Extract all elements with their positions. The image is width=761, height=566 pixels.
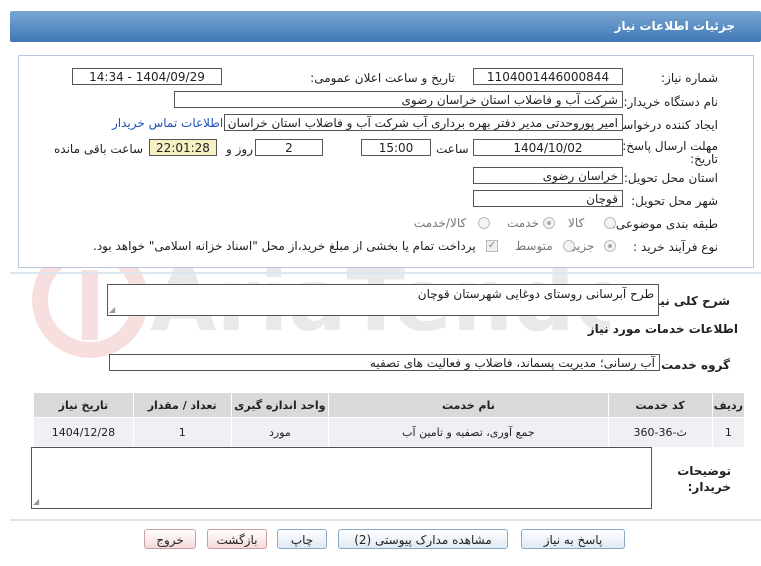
exit-button[interactable]: خروج <box>144 529 196 549</box>
notes-label-1: توضیحات <box>677 464 731 478</box>
process-radio-medium[interactable] <box>563 240 575 252</box>
category-option-service: خدمت <box>507 216 539 230</box>
buyer-org-label: نام دستگاه خریدار: <box>623 95 719 109</box>
category-radio-service[interactable] <box>543 217 555 229</box>
process-option-medium: متوسط <box>515 239 553 253</box>
notes-label-2: خریدار: <box>687 480 731 494</box>
days-field[interactable]: 2 <box>255 139 323 156</box>
reply-button[interactable]: پاسخ به نیاز <box>521 529 625 549</box>
category-option-goods-service: کالا/خدمت <box>414 216 467 230</box>
footer-divider <box>10 519 761 521</box>
process-radio-minor[interactable] <box>604 240 616 252</box>
col-header-date: تاریخ نیاز <box>33 392 134 418</box>
creator-field[interactable]: امیر پوروحدتی مدیر دفتر بهره برداری آب ش… <box>224 114 623 131</box>
col-header-unit: واحد اندازه گیری <box>230 392 330 418</box>
payment-checkbox[interactable]: ✓ <box>486 240 498 252</box>
province-label: استان محل تحویل: <box>623 171 718 185</box>
services-table: ردیف کد خدمت نام خدمت واحد اندازه گیری ت… <box>33 392 746 448</box>
back-button[interactable]: بازگشت <box>207 529 267 549</box>
city-label: شهر محل تحویل: <box>631 194 718 208</box>
col-header-row: ردیف <box>711 392 746 418</box>
attachments-button[interactable]: مشاهده مدارک پیوستی (2) <box>338 529 508 549</box>
col-header-code: کد خدمت <box>607 392 713 418</box>
category-radio-goods[interactable] <box>604 217 616 229</box>
category-option-goods: کالا <box>568 216 585 230</box>
contact-link[interactable]: اطلاعات تماس خریدار <box>112 116 223 130</box>
need-number-field[interactable]: 1104001446000844 <box>473 68 623 85</box>
resize-grip-icon[interactable]: ◢ <box>109 305 115 314</box>
city-field[interactable]: قوچان <box>473 190 623 207</box>
service-group-field[interactable]: آب رسانی؛ مدیریت پسماند، فاضلاب و فعالیت… <box>109 354 660 371</box>
hour-label: ساعت <box>436 142 469 156</box>
summary-field[interactable]: طرح آبرسانی روستای دوغایی شهرستان قوچان <box>107 284 659 316</box>
deadline-label-2: تاریخ: <box>690 152 718 166</box>
remaining-time-field: 22:01:28 <box>149 139 217 156</box>
section-divider <box>10 272 761 274</box>
col-header-qty: تعداد / مقدار <box>132 392 232 418</box>
days-label: روز و <box>226 142 253 156</box>
cell-row: 1 <box>711 417 746 448</box>
notes-resize-grip-icon[interactable]: ◢ <box>33 497 39 506</box>
category-label: طبقه بندی موضوعی: <box>611 217 718 231</box>
need-info-panel <box>18 55 754 268</box>
deadline-label-1: مهلت ارسال پاسخ: تا <box>611 139 718 153</box>
notes-field[interactable] <box>31 447 652 509</box>
service-group-label: گروه خدمت: <box>656 358 730 372</box>
cell-name: جمع آوری، تصفیه و تامین آب <box>328 417 609 448</box>
services-section-title: اطلاعات خدمات مورد نیاز <box>587 322 738 336</box>
announce-field[interactable]: 1404/09/29 - 14:34 <box>72 68 222 85</box>
cell-date: 1404/12/28 <box>33 417 134 448</box>
cell-code: ث-36-360 <box>607 417 713 448</box>
cell-qty: 1 <box>132 417 232 448</box>
print-button[interactable]: چاپ <box>277 529 327 549</box>
province-field[interactable]: خراسان رضوی <box>473 167 623 184</box>
creator-label: ایجاد کننده درخواست: <box>607 118 718 132</box>
announce-label: تاریخ و ساعت اعلان عمومی: <box>310 71 455 85</box>
deadline-date-field[interactable]: 1404/10/02 <box>473 139 623 156</box>
cell-unit: مورد <box>230 417 330 448</box>
table-header-row: ردیف کد خدمت نام خدمت واحد اندازه گیری ت… <box>33 392 746 418</box>
col-header-name: نام خدمت <box>328 392 609 418</box>
deadline-time-field[interactable]: 15:00 <box>361 139 431 156</box>
table-row[interactable]: 1 ث-36-360 جمع آوری، تصفیه و تامین آب مو… <box>33 417 746 448</box>
category-radio-goods-service[interactable] <box>478 217 490 229</box>
summary-text: طرح آبرسانی روستای دوغایی شهرستان قوچان <box>417 287 654 301</box>
need-number-label: شماره نیاز: <box>661 71 718 85</box>
payment-note: پرداخت تمام یا بخشی از مبلغ خرید،از محل … <box>93 239 476 253</box>
remaining-label: ساعت باقی مانده <box>54 142 144 156</box>
page-title: جزئیات اطلاعات نیاز <box>614 19 735 33</box>
process-label: نوع فرآیند خرید : <box>633 240 718 254</box>
buyer-org-field[interactable]: شرکت آب و فاضلاب استان خراسان رضوی <box>174 91 623 108</box>
